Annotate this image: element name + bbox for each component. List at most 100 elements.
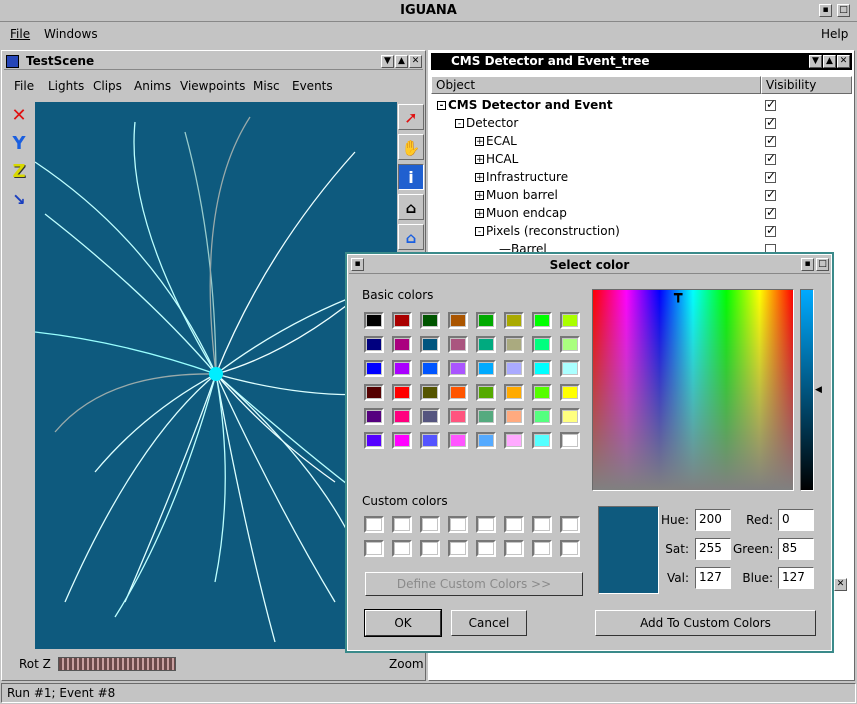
basic-color-swatch[interactable] [504,336,524,353]
basic-color-swatch[interactable] [532,336,552,353]
tree-row-muon-barrel[interactable]: + Muon barrel [475,186,558,204]
dialog-title-bar[interactable]: ▪ Select color ▪ □ [349,256,830,274]
basic-color-swatch[interactable] [476,360,496,377]
basic-color-swatch[interactable] [504,312,524,329]
basic-color-swatch[interactable] [448,384,468,401]
custom-color-swatch[interactable] [448,540,468,557]
tree-row-hcal[interactable]: + HCAL [475,150,518,168]
minimize-button[interactable]: ▪ [819,4,832,17]
custom-color-swatch[interactable] [448,516,468,533]
custom-color-swatch[interactable] [392,540,412,557]
custom-color-swatch[interactable] [476,516,496,533]
ok-button[interactable]: OK [365,610,441,636]
basic-color-swatch[interactable] [504,408,524,425]
custom-color-swatch[interactable] [420,516,440,533]
collapse-icon[interactable]: - [475,227,484,237]
basic-color-swatch[interactable] [532,408,552,425]
tree-row-infrastructure[interactable]: + Infrastructure [475,168,568,186]
blue-field[interactable]: 127 [778,567,814,589]
visibility-checkbox[interactable] [765,169,776,183]
tree-row-ecal[interactable]: + ECAL [475,132,517,150]
basic-color-swatch[interactable] [392,384,412,401]
scene-menu-events[interactable]: Events [292,79,333,93]
basic-color-swatch[interactable] [392,360,412,377]
visibility-checkbox[interactable] [765,151,776,165]
custom-color-swatch[interactable] [364,540,384,557]
basic-color-swatch[interactable] [420,408,440,425]
basic-color-swatch[interactable] [420,432,440,449]
tree-close-button[interactable]: ✕ [837,55,850,68]
basic-color-swatch[interactable] [532,360,552,377]
visibility-checkbox[interactable] [765,205,776,219]
expand-icon[interactable]: + [475,191,484,201]
basic-color-swatch[interactable] [476,432,496,449]
basic-color-swatch[interactable] [448,408,468,425]
custom-color-swatch[interactable] [532,516,552,533]
set-home-icon[interactable]: ⌂ [398,224,424,250]
basic-color-swatch[interactable] [560,432,580,449]
dialog-maximize-button[interactable]: □ [816,258,829,271]
expand-icon[interactable]: + [475,209,484,219]
custom-color-swatch[interactable] [504,540,524,557]
scene-menu-misc[interactable]: Misc [253,79,280,93]
basic-color-swatch[interactable] [476,336,496,353]
menu-file[interactable]: File [10,27,30,41]
custom-color-swatch[interactable] [504,516,524,533]
expand-icon[interactable]: + [475,155,484,165]
basic-color-swatch[interactable] [364,384,384,401]
scene-menu-viewpoints[interactable]: Viewpoints [180,79,245,93]
visibility-checkbox[interactable] [765,187,776,201]
custom-color-swatch[interactable] [364,516,384,533]
tree-menu-button[interactable]: ▼ [809,55,822,68]
custom-color-swatch[interactable] [560,540,580,557]
basic-color-swatch[interactable] [476,312,496,329]
menu-help[interactable]: Help [821,27,848,41]
sat-field[interactable]: 255 [695,538,731,560]
basic-color-swatch[interactable] [448,312,468,329]
basic-color-swatch[interactable] [476,384,496,401]
green-field[interactable]: 85 [778,538,814,560]
basic-color-swatch[interactable] [532,432,552,449]
basic-color-swatch[interactable] [560,336,580,353]
basic-color-swatch[interactable] [392,336,412,353]
basic-color-swatch[interactable] [392,408,412,425]
basic-color-swatch[interactable] [560,384,580,401]
info-icon[interactable]: i [398,164,424,190]
select-arrow-icon[interactable]: ➚ [398,104,424,130]
basic-color-swatch[interactable] [504,384,524,401]
scene-menu-clips[interactable]: Clips [93,79,122,93]
basic-color-swatch[interactable] [364,312,384,329]
cancel-button[interactable]: Cancel [451,610,527,636]
basic-color-swatch[interactable] [504,432,524,449]
scene-menu-file[interactable]: File [14,79,34,93]
value-slider-pointer[interactable]: ◀ [815,385,822,395]
custom-color-swatch[interactable] [392,516,412,533]
dialog-minimize-button[interactable]: ▪ [801,258,814,271]
visibility-checkbox[interactable] [765,115,776,129]
basic-color-swatch[interactable] [420,360,440,377]
basic-color-swatch[interactable] [392,432,412,449]
basic-color-swatch[interactable] [448,432,468,449]
basic-color-swatch[interactable] [532,384,552,401]
scene-menu-lights[interactable]: Lights [48,79,84,93]
collapse-icon[interactable]: - [437,101,446,111]
basic-color-swatch[interactable] [476,408,496,425]
maximize-button[interactable]: □ [837,4,850,17]
column-header-visibility[interactable]: Visibility [761,76,852,94]
y-axis-icon[interactable]: Y [6,131,32,157]
custom-color-swatch[interactable] [532,540,552,557]
custom-color-swatch[interactable] [560,516,580,533]
scene-maximize-button[interactable]: ▲ [395,55,408,68]
tree-maximize-button[interactable]: ▲ [823,55,836,68]
color-spectrum[interactable] [592,289,794,491]
tree-title-bar[interactable]: CMS Detector and Event_tree ▼ ▲ ✕ [431,53,852,70]
tree-row-detector[interactable]: - Detector [455,114,518,132]
main-title-bar[interactable]: IGUANA ▪ □ [0,0,857,22]
tree-row-muon-endcap[interactable]: + Muon endcap [475,204,567,222]
rot-z-thumbwheel[interactable] [58,657,176,671]
column-header-object[interactable]: Object [431,76,761,94]
basic-color-swatch[interactable] [560,408,580,425]
value-slider[interactable] [800,289,814,491]
basic-color-swatch[interactable] [448,360,468,377]
visibility-checkbox[interactable] [765,97,776,111]
